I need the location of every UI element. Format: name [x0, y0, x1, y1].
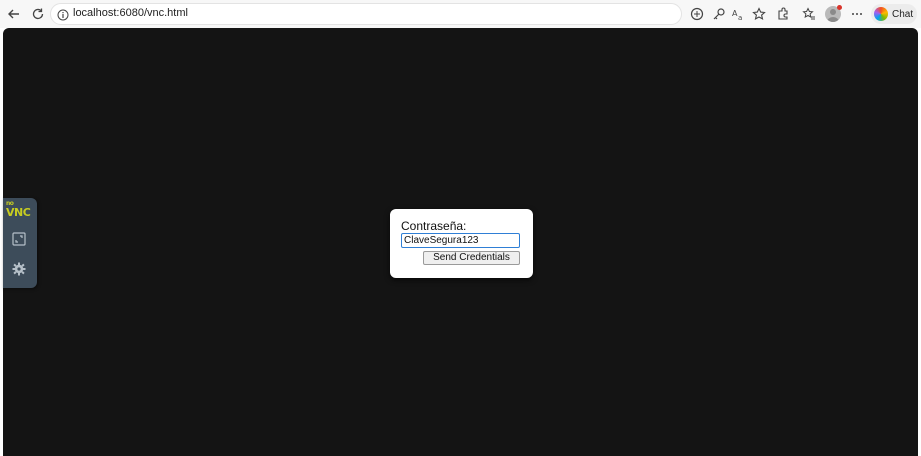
- copilot-icon: [874, 7, 888, 21]
- chat-label: Chat: [892, 8, 914, 20]
- translate-icon[interactable]: Aa: [730, 5, 748, 23]
- browser-toolbar: localhost:6080/vnc.html Aa Chat: [0, 0, 921, 28]
- info-icon[interactable]: [57, 8, 69, 26]
- favorite-star-icon[interactable]: [750, 5, 768, 23]
- svg-text:a: a: [738, 14, 742, 21]
- address-bar[interactable]: localhost:6080/vnc.html: [50, 3, 682, 25]
- refresh-icon[interactable]: [28, 4, 48, 24]
- novnc-logo: no VNC: [6, 200, 31, 219]
- more-options-icon[interactable]: [848, 5, 866, 23]
- tracking-prevention-icon[interactable]: [688, 5, 706, 23]
- settings-gear-icon[interactable]: [10, 260, 28, 278]
- password-input[interactable]: [401, 233, 520, 248]
- credentials-dialog: Contraseña: Send Credentials: [390, 209, 533, 278]
- key-icon[interactable]: [710, 5, 728, 23]
- password-label: Contraseña:: [401, 219, 467, 233]
- novnc-control-bar[interactable]: no VNC: [3, 198, 37, 288]
- copilot-chat-button[interactable]: Chat: [871, 4, 917, 24]
- extensions-icon[interactable]: [774, 5, 792, 23]
- fullscreen-icon[interactable]: [10, 230, 28, 248]
- back-arrow-icon[interactable]: [4, 4, 24, 24]
- url-text[interactable]: localhost:6080/vnc.html: [73, 7, 188, 19]
- send-credentials-button[interactable]: Send Credentials: [423, 251, 520, 265]
- favorites-list-icon[interactable]: [800, 5, 818, 23]
- notification-dot: [837, 5, 842, 10]
